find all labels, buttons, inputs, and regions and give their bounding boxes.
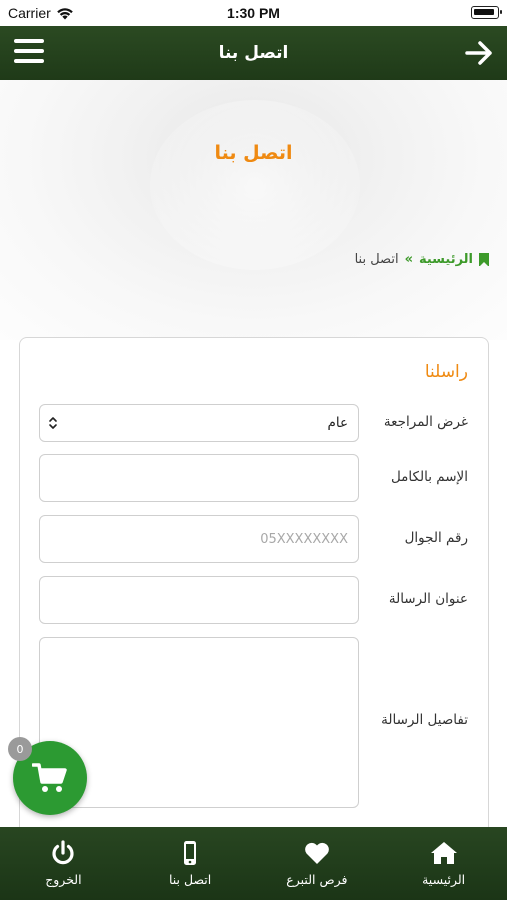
subject-label: عنوان الرسالة [388,591,468,607]
hero-background-image [150,100,360,270]
purpose-select[interactable]: عام [39,404,359,442]
mobile-phone-icon [184,841,197,865]
shopping-cart-icon [32,763,67,792]
form-title: راسلنا [424,362,468,382]
breadcrumb: الرئيسية » اتصل بنا [355,252,489,267]
bookmark-icon [479,253,489,267]
breadcrumb-home-link[interactable]: الرئيسية [419,252,473,267]
menu-button[interactable] [14,39,44,65]
full-name-label: الإسم بالكامل [390,469,468,485]
full-name-field[interactable] [39,454,359,502]
purpose-label: غرض المراجعة [383,414,468,430]
contact-form-card: راسلنا غرض المراجعة عام الإسم بالكامل رق… [19,337,489,857]
arrow-right-icon [465,41,492,65]
purpose-selected-value: عام [327,415,348,431]
cart-count-badge: 0 [8,737,32,761]
select-arrows-icon [49,417,57,429]
breadcrumb-current: اتصل بنا [354,252,399,267]
hamburger-line [14,49,44,53]
tab-home-label: الرئيسية [422,872,466,887]
tab-contact-us[interactable]: اتصل بنا [130,840,250,887]
tab-donation-opportunities[interactable]: فرص التبرع [257,840,377,887]
tab-donation-label: فرص التبرع [286,872,348,887]
tab-home[interactable]: الرئيسية [384,840,504,887]
mobile-label: رقم الجوال [404,530,468,546]
carrier-indicator: Carrier [8,5,74,21]
details-label: تفاصيل الرسالة [381,712,468,728]
status-bar: Carrier 1:30 PM [0,0,507,26]
tab-contact-label: اتصل بنا [168,872,212,887]
hamburger-menu-icon [14,39,44,43]
heart-icon [305,842,329,864]
power-icon [52,840,74,865]
hero-title: اتصل بنا [214,142,293,164]
subject-field[interactable] [39,576,359,624]
page-title: اتصل بنا [218,43,289,63]
tab-logout-label: الخروج [45,872,82,887]
home-icon [430,842,457,864]
header-bar: اتصل بنا [0,26,507,80]
tab-logout[interactable]: الخروج [3,840,123,887]
clock: 1:30 PM [227,5,280,21]
battery-icon [471,6,502,19]
breadcrumb-separator: » [404,252,413,267]
hero-banner: اتصل بنا الرئيسية » اتصل بنا [0,80,507,340]
bottom-tab-bar: الرئيسية فرص التبرع اتصل بنا الخروج [0,827,507,900]
carrier-label: Carrier [8,5,51,21]
mobile-field[interactable] [39,515,359,563]
wifi-icon [56,7,73,19]
hamburger-line [14,59,44,63]
details-textarea[interactable] [39,637,359,808]
back-button[interactable] [463,37,495,69]
